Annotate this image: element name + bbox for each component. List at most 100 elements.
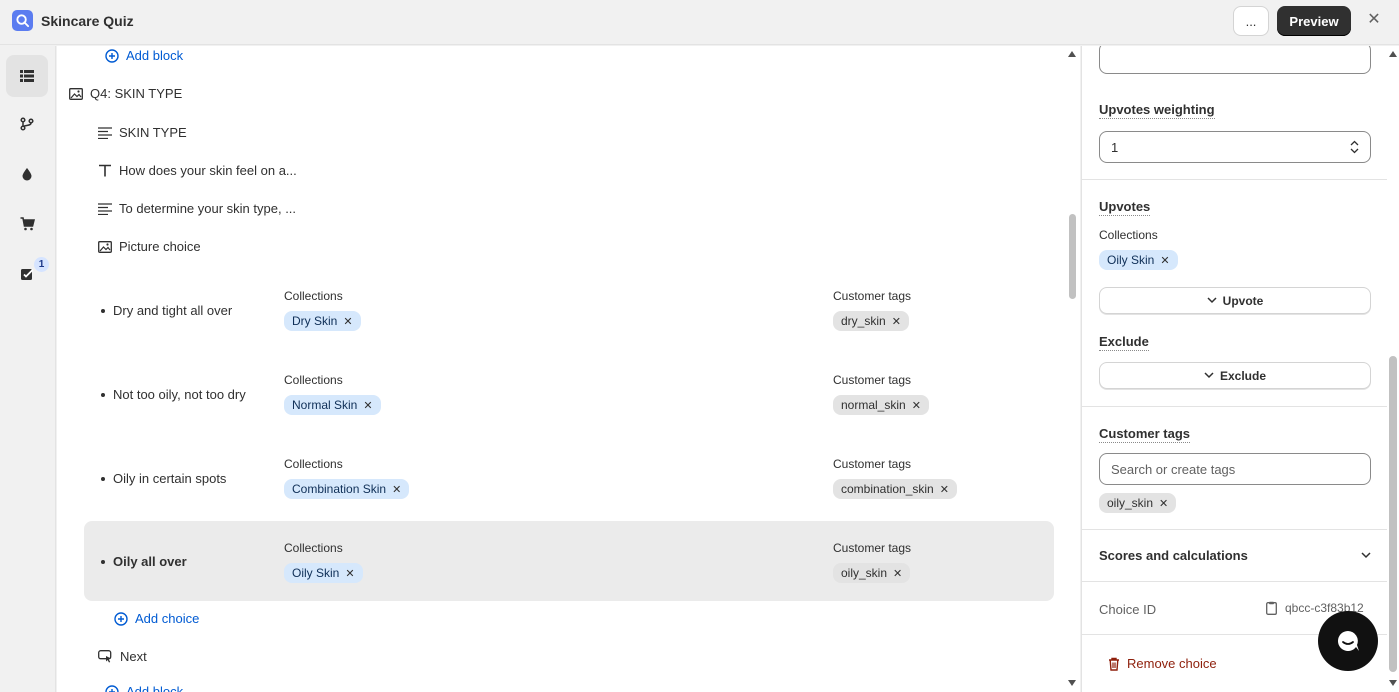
add-block-bottom-button[interactable]: Add block bbox=[105, 684, 183, 692]
editor-scrollbar-thumb[interactable] bbox=[1069, 214, 1076, 299]
branch-icon bbox=[20, 117, 34, 131]
remove-tag-icon[interactable]: ✕ bbox=[1159, 497, 1168, 510]
bullet bbox=[101, 392, 105, 397]
chat-icon bbox=[1338, 631, 1359, 651]
choice-row[interactable]: Not too oily, not too dry Collections No… bbox=[84, 359, 1054, 439]
chevron-down-icon bbox=[1204, 372, 1214, 379]
rail-item-products[interactable] bbox=[6, 203, 48, 245]
collections-label: Collections bbox=[284, 289, 343, 303]
collections-label: Collections bbox=[284, 541, 343, 555]
rail-item-theme[interactable] bbox=[6, 153, 48, 195]
trash-icon bbox=[1109, 657, 1119, 671]
chat-widget-button[interactable] bbox=[1318, 611, 1378, 671]
plus-circle-icon bbox=[105, 684, 119, 692]
block-item[interactable]: How does your skin feel on a... bbox=[98, 163, 297, 178]
choice-label: Dry and tight all over bbox=[113, 303, 233, 318]
divider bbox=[1082, 529, 1387, 530]
chevron-down-icon bbox=[1361, 552, 1371, 559]
scores-label: Scores and calculations bbox=[1099, 548, 1248, 563]
scroll-up-arrow[interactable] bbox=[1068, 51, 1076, 57]
next-button-block[interactable]: Next bbox=[98, 649, 147, 664]
block-item[interactable]: To determine your skin type, ... bbox=[98, 201, 296, 216]
collection-tag: Oily Skin ✕ bbox=[284, 563, 363, 583]
button-cursor-icon bbox=[98, 650, 112, 663]
cart-icon bbox=[20, 217, 35, 231]
remove-tag-icon[interactable]: ✕ bbox=[363, 399, 372, 412]
plus-circle-icon bbox=[114, 611, 128, 626]
collection-tag: Dry Skin ✕ bbox=[284, 311, 361, 331]
preview-button[interactable]: Preview bbox=[1277, 6, 1351, 36]
clipboard-icon bbox=[1266, 601, 1277, 615]
remove-tag-icon[interactable]: ✕ bbox=[1160, 254, 1169, 267]
text-field-top[interactable] bbox=[1099, 46, 1371, 74]
upvote-collection-tag: Oily Skin ✕ bbox=[1099, 250, 1178, 270]
choice-row[interactable]: Dry and tight all over Collections Dry S… bbox=[84, 275, 1054, 355]
remove-tag-icon[interactable]: ✕ bbox=[940, 483, 949, 496]
customer-tag: normal_skin ✕ bbox=[833, 395, 929, 415]
rail-item-logic[interactable] bbox=[6, 103, 48, 145]
choice-id-label: Choice ID bbox=[1099, 602, 1157, 617]
add-block-label: Add block bbox=[126, 684, 184, 692]
app-title: Skincare Quiz bbox=[41, 13, 134, 29]
block-item[interactable]: Picture choice bbox=[98, 239, 201, 254]
collections-label: Collections bbox=[284, 373, 343, 387]
remove-tag-icon[interactable]: ✕ bbox=[892, 315, 901, 328]
customer-tag: oily_skin ✕ bbox=[833, 563, 911, 583]
customer-tags-label: Customer tags bbox=[833, 373, 912, 387]
tags-search-input[interactable]: Search or create tags bbox=[1099, 453, 1371, 485]
add-choice-button[interactable]: Add choice bbox=[114, 611, 199, 626]
question-title: Q4: SKIN TYPE bbox=[90, 86, 183, 101]
panel-scrollbar-thumb[interactable] bbox=[1389, 356, 1397, 672]
exclude-label: Exclude bbox=[1099, 334, 1149, 351]
close-icon[interactable]: ✕ bbox=[1366, 12, 1382, 28]
remove-tag-icon[interactable]: ✕ bbox=[345, 567, 354, 580]
customer-tags-label: Customer tags bbox=[833, 289, 912, 303]
question-header[interactable]: Q4: SKIN TYPE bbox=[69, 86, 182, 101]
choice-label: Oily in certain spots bbox=[113, 471, 227, 486]
list-icon bbox=[20, 70, 34, 82]
rail-item-tasks[interactable]: 1 bbox=[6, 253, 49, 295]
stepper-icon[interactable] bbox=[1350, 140, 1359, 154]
scroll-down-arrow[interactable] bbox=[1068, 680, 1076, 686]
divider bbox=[1082, 406, 1387, 407]
bullet bbox=[101, 559, 105, 564]
upvote-button[interactable]: Upvote bbox=[1099, 287, 1371, 314]
add-block-top-button[interactable]: Add block bbox=[105, 48, 183, 63]
block-label: To determine your skin type, ... bbox=[119, 201, 297, 216]
left-rail: 1 bbox=[0, 46, 56, 692]
checklist-icon bbox=[21, 268, 34, 280]
collections-label: Collections bbox=[284, 457, 343, 471]
remove-choice-button[interactable]: Remove choice bbox=[1108, 656, 1217, 671]
customer-tag: combination_skin ✕ bbox=[833, 479, 957, 499]
settings-panel: Upvotes weighting 1 Upvotes Collections … bbox=[1081, 46, 1399, 692]
divider bbox=[1082, 581, 1387, 582]
collection-tag: Normal Skin ✕ bbox=[284, 395, 381, 415]
block-item[interactable]: SKIN TYPE bbox=[98, 125, 187, 140]
block-label: Picture choice bbox=[119, 239, 201, 254]
block-label: How does your skin feel on a... bbox=[119, 163, 297, 178]
more-actions-button[interactable]: ... bbox=[1233, 6, 1269, 36]
choice-label: Not too oily, not too dry bbox=[113, 387, 246, 402]
choice-row-selected[interactable]: Oily all over Collections Oily Skin ✕ Cus… bbox=[84, 521, 1054, 601]
customer-tags-label: Customer tags bbox=[1099, 426, 1191, 443]
remove-tag-icon[interactable]: ✕ bbox=[343, 315, 352, 328]
upvotes-label: Upvotes bbox=[1099, 199, 1151, 216]
remove-tag-icon[interactable]: ✕ bbox=[392, 483, 401, 496]
remove-tag-icon[interactable]: ✕ bbox=[912, 399, 921, 412]
upvotes-weighting-input[interactable]: 1 bbox=[1099, 131, 1371, 163]
text-lines-icon bbox=[98, 126, 112, 139]
remove-tag-icon[interactable]: ✕ bbox=[893, 567, 902, 580]
exclude-button[interactable]: Exclude bbox=[1099, 362, 1371, 389]
choice-row[interactable]: Oily in certain spots Collections Combin… bbox=[84, 443, 1054, 523]
customer-tags-label: Customer tags bbox=[833, 457, 912, 471]
app-logo-icon bbox=[12, 10, 33, 31]
panel-scroll-up-arrow[interactable] bbox=[1389, 51, 1397, 57]
panel-scroll-down-arrow[interactable] bbox=[1389, 680, 1397, 686]
image-icon bbox=[98, 240, 112, 253]
add-choice-label: Add choice bbox=[135, 611, 200, 626]
rail-item-blocks[interactable] bbox=[6, 55, 48, 97]
block-label: SKIN TYPE bbox=[119, 125, 187, 140]
bullet bbox=[101, 308, 105, 313]
collection-tag: Combination Skin ✕ bbox=[284, 479, 410, 499]
scores-toggle[interactable]: Scores and calculations bbox=[1099, 548, 1371, 563]
